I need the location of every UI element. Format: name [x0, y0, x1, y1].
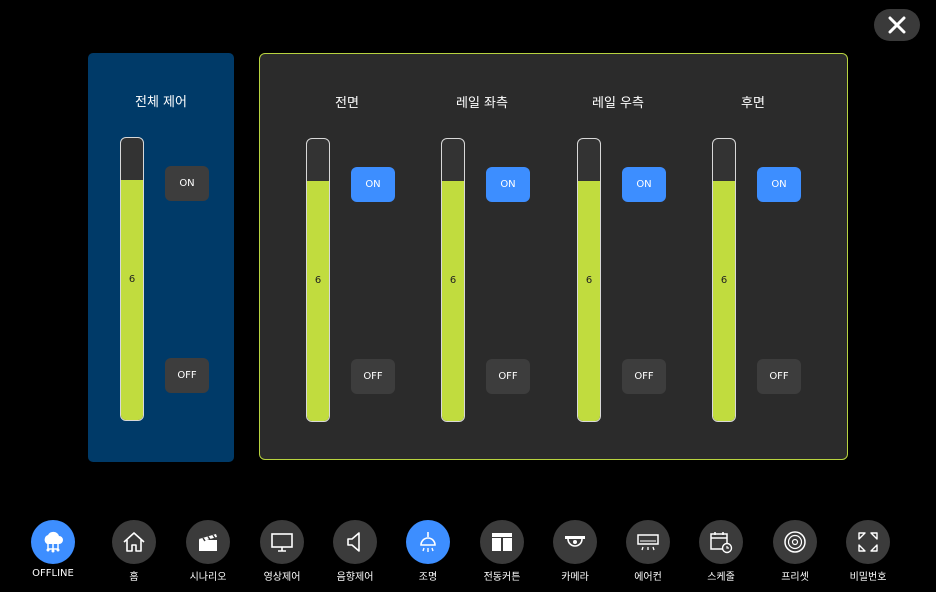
nav-label: 비밀번호 [849, 572, 887, 583]
nav-item-preset[interactable]: 프리셋 [765, 520, 825, 583]
zone-on-button-front[interactable]: ON [351, 167, 395, 202]
zone-level-fill [578, 181, 600, 421]
nav-label: 조명 [418, 572, 438, 583]
zone-level-value: 6 [314, 275, 322, 286]
curtain-icon [492, 533, 512, 551]
nav-item-video-control[interactable]: 영상제어 [252, 520, 312, 583]
nav-circle [406, 520, 450, 564]
nav-circle [186, 520, 230, 564]
nav-item-home[interactable]: 홈 [104, 520, 164, 583]
cloud-network-icon [44, 531, 63, 553]
ceiling-lamp-icon [420, 532, 436, 552]
master-on-button[interactable]: ON [165, 166, 209, 201]
nav-circle [260, 520, 304, 564]
zone-off-button-rail-right[interactable]: OFF [622, 359, 666, 394]
nav-circle [626, 520, 670, 564]
zone-on-button-rear[interactable]: ON [757, 167, 801, 202]
zone-level-value: 6 [585, 275, 593, 286]
master-level-slider[interactable]: 6 [120, 137, 144, 421]
zone-on-button-rail-right[interactable]: ON [622, 167, 666, 202]
nav-label: 카메라 [561, 572, 589, 583]
zone-level-fill [307, 181, 329, 421]
nav-item-offline[interactable]: OFFLINE [23, 520, 83, 579]
zone-title-front: 전면 [335, 96, 359, 111]
nav-item-curtain[interactable]: 전동커튼 [472, 520, 532, 583]
zone-title-rail-right: 레일 우측 [592, 96, 644, 111]
zone-slider-rail-right[interactable]: 6 [577, 138, 601, 422]
master-control-panel: 전체 제어 6 ON OFF [88, 53, 234, 462]
nav-label: 홈 [129, 572, 139, 583]
calendar-clock-icon [710, 532, 733, 554]
speaker-icon [347, 532, 360, 552]
expand-arrows-icon [858, 532, 878, 552]
nav-label: 영상제어 [263, 572, 301, 583]
zone-title-rail-left: 레일 좌측 [456, 96, 508, 111]
disc-icon [784, 531, 806, 553]
close-button[interactable] [874, 9, 920, 41]
nav-label: OFFLINE [32, 568, 74, 579]
master-title: 전체 제어 [135, 95, 187, 110]
nav-label: 시나리오 [189, 572, 227, 583]
monitor-icon [271, 533, 293, 552]
nav-circle [553, 520, 597, 564]
nav-circle [112, 520, 156, 564]
bottom-nav: OFFLINE 홈 시나리오 영상제어 음향제어 조명 전동커튼 카메라 에어컨… [0, 520, 936, 592]
zone-level-fill [442, 181, 464, 421]
zones-panel: 전면 6 ON OFF 레일 좌측 6 ON OFF 레일 우측 6 ON OF… [259, 53, 848, 460]
close-icon [888, 16, 906, 34]
nav-label: 스케줄 [707, 572, 735, 583]
zone-off-button-rear[interactable]: OFF [757, 359, 801, 394]
dome-camera-icon [565, 536, 585, 547]
nav-item-lighting[interactable]: 조명 [398, 520, 458, 583]
nav-label: 전동커튼 [483, 572, 521, 583]
nav-circle [699, 520, 743, 564]
zone-level-value: 6 [449, 275, 457, 286]
zone-title-rear: 후면 [741, 96, 765, 111]
clapperboard-icon [199, 534, 217, 551]
home-icon [123, 532, 145, 552]
nav-item-scenario[interactable]: 시나리오 [178, 520, 238, 583]
nav-circle [333, 520, 377, 564]
nav-item-camera[interactable]: 카메라 [545, 520, 605, 583]
zone-on-button-rail-left[interactable]: ON [486, 167, 530, 202]
zone-level-value: 6 [720, 275, 728, 286]
nav-circle [480, 520, 524, 564]
zone-off-button-rail-left[interactable]: OFF [486, 359, 530, 394]
nav-label: 에어컨 [634, 572, 662, 583]
nav-item-schedule[interactable]: 스케줄 [691, 520, 751, 583]
master-off-button[interactable]: OFF [165, 358, 209, 393]
master-level-fill [121, 180, 143, 420]
zone-off-button-front[interactable]: OFF [351, 359, 395, 394]
zone-slider-rail-left[interactable]: 6 [441, 138, 465, 422]
zone-slider-rear[interactable]: 6 [712, 138, 736, 422]
nav-circle [31, 520, 75, 564]
nav-circle [846, 520, 890, 564]
zone-level-fill [713, 181, 735, 421]
air-conditioner-icon [637, 534, 659, 551]
nav-item-password[interactable]: 비밀번호 [838, 520, 898, 583]
nav-item-air-conditioner[interactable]: 에어컨 [618, 520, 678, 583]
nav-label: 음향제어 [336, 572, 374, 583]
nav-circle [773, 520, 817, 564]
master-level-value: 6 [128, 274, 136, 285]
nav-item-audio-control[interactable]: 음향제어 [325, 520, 385, 583]
nav-label: 프리셋 [781, 572, 809, 583]
zone-slider-front[interactable]: 6 [306, 138, 330, 422]
